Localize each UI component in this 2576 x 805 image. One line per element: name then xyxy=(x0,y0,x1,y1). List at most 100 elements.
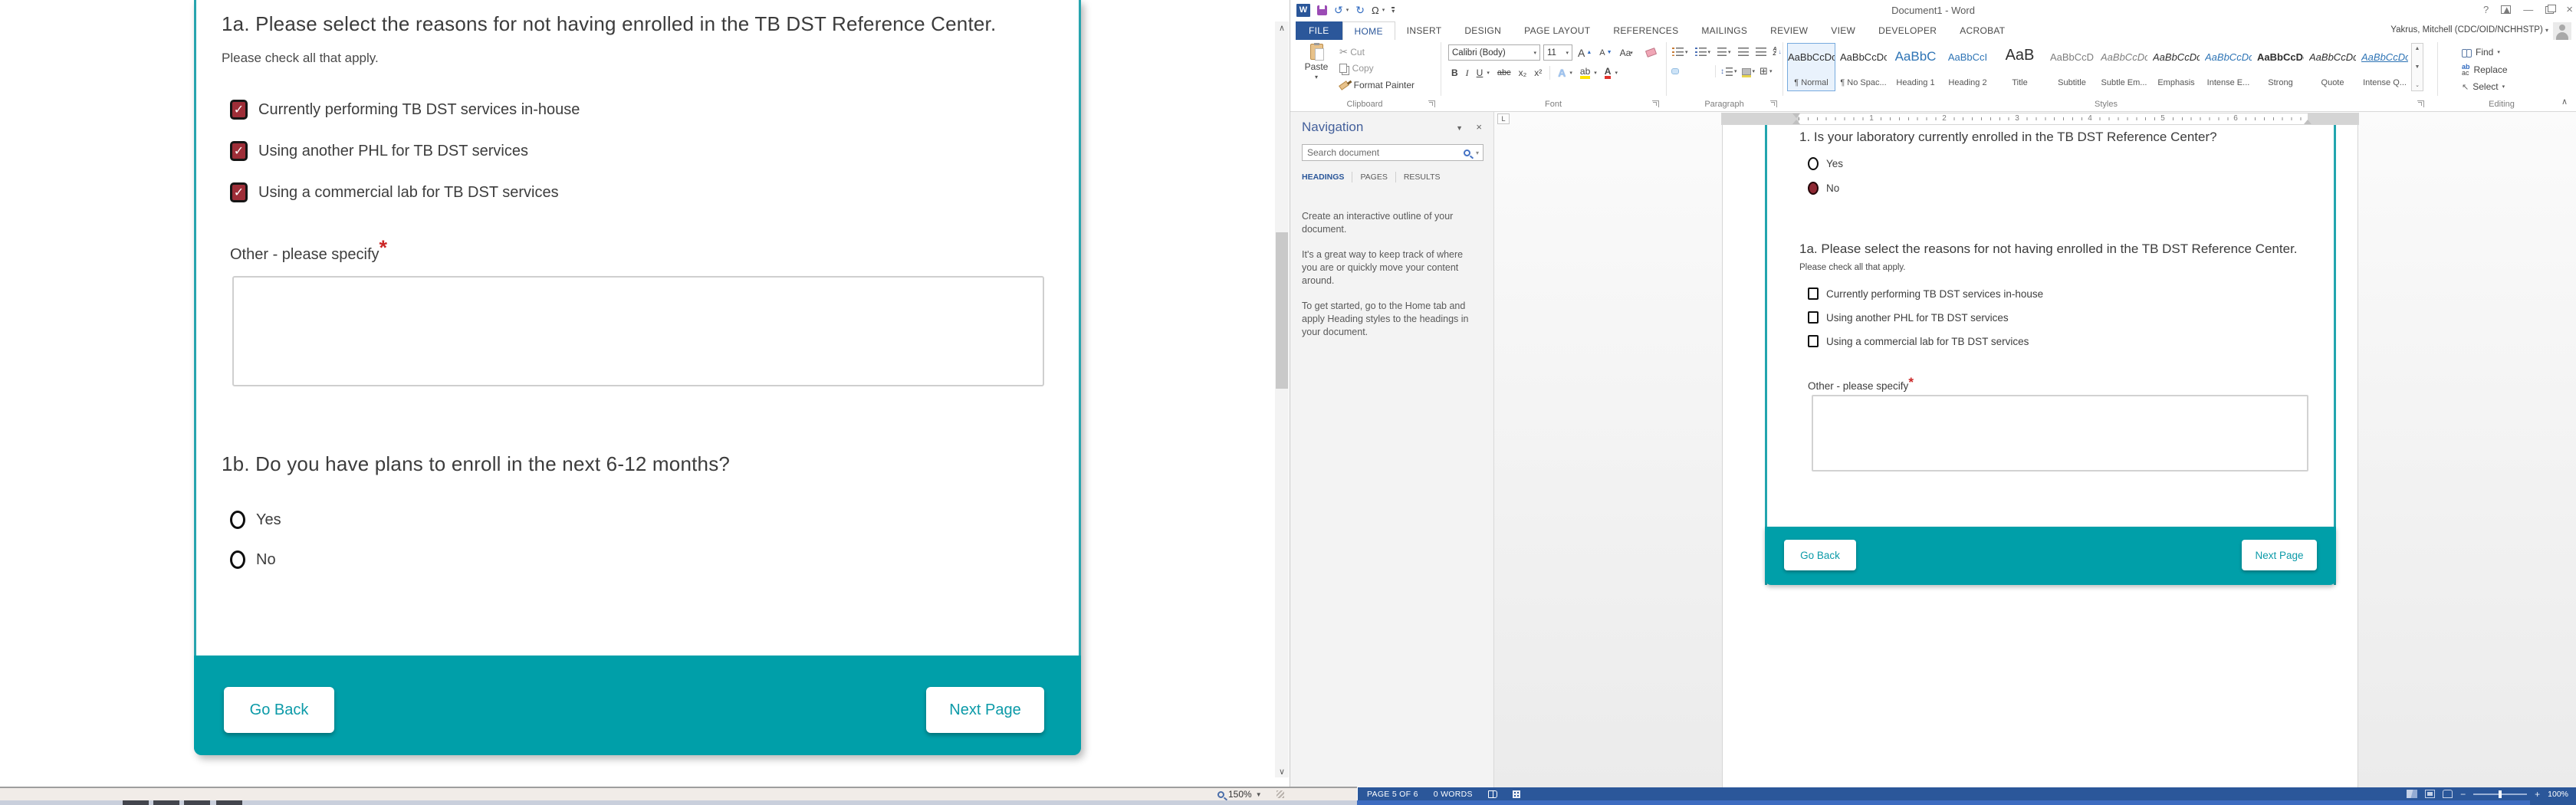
search-icon[interactable] xyxy=(1463,149,1470,156)
zoom-in-icon[interactable]: + xyxy=(2535,789,2540,800)
search-dropdown-icon[interactable]: ▾ xyxy=(1476,150,1479,156)
scrollbar-thumb[interactable] xyxy=(1276,232,1288,389)
style-normal[interactable]: AaBbCcDc ¶ Normal xyxy=(1787,43,1835,91)
taskbar-button[interactable] xyxy=(123,800,149,805)
find-button[interactable]: Find ▾ xyxy=(2462,47,2500,58)
scrollbar-down-icon[interactable]: ∨ xyxy=(1275,765,1289,777)
navigation-pane-close-icon[interactable]: × xyxy=(1476,121,1482,133)
tab-review[interactable]: REVIEW xyxy=(1759,21,1819,40)
tab-developer[interactable]: DEVELOPER xyxy=(1867,21,1948,40)
close-button[interactable]: × xyxy=(2566,3,2573,16)
web-layout-icon[interactable] xyxy=(2443,790,2453,798)
replace-button[interactable]: ab ac Replace xyxy=(2462,64,2508,77)
word-count[interactable]: 0 WORDS xyxy=(1434,790,1473,799)
format-painter-button[interactable]: Format Painter xyxy=(1339,80,1414,90)
font-color-button[interactable]: A xyxy=(1604,67,1612,79)
checkbox-checked-icon[interactable]: ✓ xyxy=(230,182,248,202)
nav-tab-results[interactable]: RESULTS xyxy=(1396,172,1448,182)
font-dialog-launcher-icon[interactable] xyxy=(1652,100,1659,107)
restore-button[interactable] xyxy=(2545,4,2557,14)
hanging-indent-marker[interactable] xyxy=(1792,120,1800,124)
taskbar-button[interactable] xyxy=(216,800,242,805)
style-no-spacing[interactable]: AaBbCcDc ¶ No Spac... xyxy=(1839,43,1888,91)
select-button[interactable]: ↖ Select ▾ xyxy=(2462,81,2505,92)
right-indent-marker[interactable] xyxy=(2304,120,2312,124)
styles-gallery-scroll[interactable]: ▲ ▼ ⌄ xyxy=(2411,43,2423,91)
ribbon-display-options-icon[interactable]: ▲ xyxy=(2501,5,2512,15)
tab-view[interactable]: VIEW xyxy=(1819,21,1867,40)
document-page[interactable]: 1. Is your laboratory currently enrolled… xyxy=(1722,125,2358,787)
tab-selector[interactable]: L xyxy=(1497,113,1510,124)
taskbar-button[interactable] xyxy=(184,800,210,805)
highlight-dropdown-icon[interactable]: ▾ xyxy=(1594,70,1597,76)
font-color-dropdown-icon[interactable]: ▾ xyxy=(1615,70,1618,76)
bullets-button[interactable]: ▾ xyxy=(1672,48,1688,56)
style-strong[interactable]: AaBbCcDc Strong xyxy=(2256,43,2305,91)
nav-tab-pages[interactable]: PAGES xyxy=(1352,172,1395,182)
paste-dropdown-icon[interactable]: ▾ xyxy=(1315,74,1318,80)
font-name-combobox[interactable]: Calibri (Body) ▾ xyxy=(1448,44,1540,61)
clear-formatting-icon[interactable] xyxy=(1644,48,1657,58)
minimize-button[interactable]: — xyxy=(2523,4,2533,15)
sort-button[interactable]: A Z ↓ xyxy=(1773,47,1782,57)
nav-tab-headings[interactable]: HEADINGS xyxy=(1302,172,1352,182)
styles-dialog-launcher-icon[interactable] xyxy=(2417,100,2424,107)
tab-page-layout[interactable]: PAGE LAYOUT xyxy=(1513,21,1602,40)
bold-button[interactable]: B xyxy=(1451,67,1458,78)
cut-button[interactable]: ✂ Cut xyxy=(1339,46,1365,58)
shading-button[interactable]: ▾ xyxy=(1741,67,1755,77)
highlight-color-button[interactable]: ab xyxy=(1579,67,1591,79)
zoom-control[interactable]: 150% ▼ xyxy=(1217,788,1284,800)
go-back-button[interactable]: Go Back xyxy=(224,687,334,733)
change-case-button[interactable]: Aa ▾ xyxy=(1618,47,1635,59)
scrollbar-up-icon[interactable]: ∧ xyxy=(1275,21,1289,34)
subscript-button[interactable]: x₂ xyxy=(1519,67,1527,78)
line-spacing-button[interactable]: ↕ ▾ xyxy=(1720,67,1737,76)
tab-acrobat[interactable]: ACROBAT xyxy=(1948,21,2016,40)
decrease-indent-icon[interactable] xyxy=(1737,48,1749,56)
italic-button[interactable]: I xyxy=(1466,67,1469,79)
zoom-slider[interactable] xyxy=(2473,790,2528,798)
user-avatar[interactable] xyxy=(2553,22,2571,40)
superscript-button[interactable]: x² xyxy=(1534,67,1542,78)
style-heading-2[interactable]: AaBbCcI Heading 2 xyxy=(1944,43,1992,91)
strikethrough-button[interactable]: abc xyxy=(1497,68,1511,77)
numbering-button[interactable]: ▾ xyxy=(1694,48,1710,56)
tab-insert[interactable]: INSERT xyxy=(1395,21,1454,40)
help-button[interactable]: ? xyxy=(2483,4,2489,15)
other-specify-textarea[interactable] xyxy=(232,276,1044,386)
search-input[interactable] xyxy=(1303,147,1464,158)
style-subtitle[interactable]: AaBbCcD Subtitle xyxy=(2048,43,2096,91)
shrink-font-button[interactable]: A ▼ xyxy=(1597,48,1614,58)
read-mode-icon[interactable] xyxy=(2407,790,2418,798)
underline-button[interactable]: U xyxy=(1477,67,1484,78)
signed-in-user[interactable]: Yakrus, Mitchell (CDC/OID/NCHHSTP) ▾ xyxy=(2390,25,2548,34)
underline-dropdown-icon[interactable]: ▾ xyxy=(1487,70,1490,76)
style-title[interactable]: AaB Title xyxy=(1996,43,2044,91)
horizontal-ruler[interactable]: 1 2 3 4 5 6 xyxy=(1721,113,2359,125)
left-app-scrollbar[interactable]: ∧ ∨ xyxy=(1275,21,1289,777)
increase-indent-icon[interactable] xyxy=(1755,48,1766,56)
align-right-button[interactable] xyxy=(1694,69,1700,74)
style-emphasis[interactable]: AaBbCcDc Emphasis xyxy=(2152,43,2200,91)
collapse-ribbon-icon[interactable]: ∧ xyxy=(2561,97,2568,107)
borders-button[interactable]: ⊞ ▾ xyxy=(1760,65,1772,77)
align-left-button[interactable] xyxy=(1671,68,1679,74)
text-effects-button[interactable]: A xyxy=(1558,67,1566,79)
grow-font-button[interactable]: A ▲ xyxy=(1576,46,1594,60)
zoom-out-icon[interactable]: − xyxy=(2460,789,2466,800)
justify-button[interactable] xyxy=(1704,69,1710,74)
tab-mailings[interactable]: MAILINGS xyxy=(1690,21,1759,40)
font-size-combobox[interactable]: 11 ▾ xyxy=(1543,44,1572,61)
print-layout-icon[interactable] xyxy=(2425,790,2436,798)
style-intense-emphasis[interactable]: AaBbCcDc Intense E... xyxy=(2204,43,2252,91)
checkbox-checked-icon[interactable]: ✓ xyxy=(230,100,248,120)
checkbox-checked-icon[interactable]: ✓ xyxy=(230,141,248,161)
tab-file[interactable]: FILE xyxy=(1296,21,1342,40)
radio-button-yes[interactable] xyxy=(230,511,245,529)
style-intense-quote[interactable]: AaBbCcDc Intense Q... xyxy=(2361,43,2409,91)
clipboard-dialog-launcher-icon[interactable] xyxy=(1428,100,1435,107)
radio-button-no[interactable] xyxy=(230,550,245,569)
tab-design[interactable]: DESIGN xyxy=(1453,21,1513,40)
style-heading-1[interactable]: AaBbC Heading 1 xyxy=(1891,43,1940,91)
